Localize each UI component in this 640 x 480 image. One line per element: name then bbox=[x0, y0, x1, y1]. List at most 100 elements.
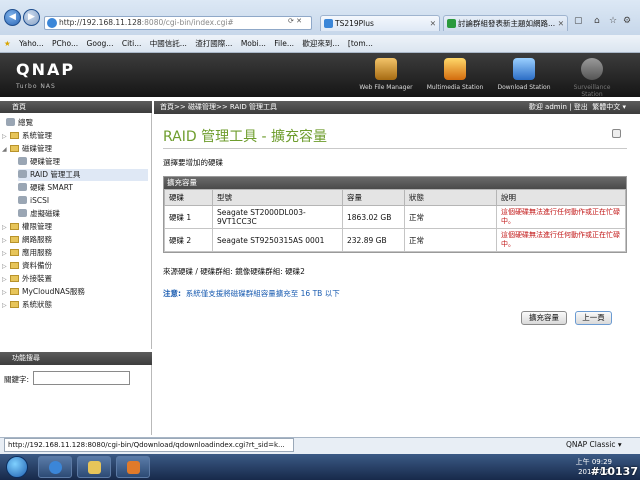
expand-icon[interactable]: ▷ bbox=[2, 274, 8, 286]
file-manager-icon bbox=[375, 58, 397, 80]
nav-item-applications[interactable]: ▷ 應用服務 bbox=[2, 247, 52, 259]
note-body: 系統僅支援將磁碟群組容量擴充至 16 TB 以下 bbox=[185, 289, 340, 298]
column-header: 型號 bbox=[212, 189, 343, 206]
expand-icon[interactable]: ▷ bbox=[2, 222, 8, 234]
qnap-logo: QNAP bbox=[16, 60, 76, 79]
status-cell: 正常 bbox=[404, 205, 497, 229]
keyword-label: 關鍵字: bbox=[4, 375, 30, 384]
favorite-link[interactable]: [tom... bbox=[348, 35, 373, 53]
folder-icon bbox=[10, 275, 19, 282]
capacity-cell: 1863.02 GB bbox=[342, 205, 405, 229]
divider bbox=[163, 148, 627, 149]
folder-icon bbox=[10, 132, 19, 139]
table-row[interactable]: 硬碟 2 Seagate ST9250315AS 0001 232.89 GB … bbox=[164, 228, 626, 252]
expand-icon[interactable]: ▷ bbox=[2, 235, 8, 247]
nav-item-virtual-disk[interactable]: 虛擬磁碟 bbox=[18, 208, 60, 220]
capacity-cell: 232.89 GB bbox=[342, 228, 405, 252]
smart-icon bbox=[18, 183, 27, 191]
favorite-link[interactable]: Goog... bbox=[87, 35, 114, 53]
nav-item-external[interactable]: ▷ 外接裝置 bbox=[2, 273, 52, 285]
favorite-link[interactable]: File... bbox=[274, 35, 294, 53]
nav-item-iscsi[interactable]: iSCSI bbox=[18, 195, 49, 207]
back-button[interactable]: 上一頁 bbox=[575, 311, 612, 325]
taskbar-media-player[interactable] bbox=[116, 456, 150, 478]
favorites-bar: ★ Yaho... PCho... Goog... Citi... 中國信託..… bbox=[0, 35, 640, 53]
nav-item-overview[interactable]: 總覽 bbox=[6, 117, 33, 129]
source-disk-text: 來源硬碟 / 硬碟群組: 鏡像硬碟群組: 硬碟2 bbox=[163, 267, 305, 276]
nav-item-backup[interactable]: ▷ 資料備份 bbox=[2, 260, 52, 272]
expand-icon[interactable]: ▷ bbox=[2, 287, 8, 299]
chevron-down-icon[interactable]: ▾ bbox=[618, 440, 622, 449]
page-title: RAID 管理工具 - 擴充容量 bbox=[163, 129, 328, 145]
nav-item-hdd[interactable]: 硬碟管理 bbox=[18, 156, 60, 168]
left-navigation: 總覽 ▷ 系統管理 ◢ 磁碟管理 硬碟管理 RAID 管理工具 硬碟 SMART i… bbox=[0, 113, 152, 349]
favorite-link[interactable]: 中國信託... bbox=[150, 35, 187, 53]
nav-item-disk[interactable]: ◢ 磁碟管理 bbox=[2, 143, 52, 155]
help-icon[interactable] bbox=[612, 129, 621, 138]
address-bar[interactable]: http://192.168.11.128:8080/cgi-bin/index… bbox=[44, 16, 312, 30]
favorites-star-icon[interactable]: ☆ bbox=[609, 16, 617, 26]
hdd-icon bbox=[18, 157, 27, 165]
favorites-star-icon[interactable]: ★ bbox=[4, 35, 11, 53]
column-header: 容量 bbox=[342, 189, 405, 206]
nav-item-permissions[interactable]: ▷ 權限管理 bbox=[2, 221, 52, 233]
virtual-disk-icon bbox=[18, 209, 27, 217]
camera-icon bbox=[581, 58, 603, 80]
tab-forum[interactable]: 討論群組發表新主題如網路... ✕ bbox=[443, 15, 568, 31]
refresh-icon[interactable]: ⟳ ✕ bbox=[288, 17, 302, 25]
qnap-tab-icon bbox=[324, 19, 333, 28]
collapse-icon[interactable]: ◢ bbox=[2, 144, 8, 156]
taskbar-explorer[interactable] bbox=[77, 456, 111, 478]
column-header: 說明 bbox=[496, 189, 626, 206]
favorite-link[interactable]: 渣打國際... bbox=[195, 35, 232, 53]
chevron-down-icon[interactable]: ▾ bbox=[622, 103, 626, 111]
theme-select[interactable]: QNAP Classic ▾ bbox=[566, 440, 622, 449]
tab-ts219plus[interactable]: TS219Plus ✕ bbox=[320, 15, 440, 31]
overview-icon bbox=[6, 118, 15, 126]
welcome-logout-link[interactable]: 歡迎 admin | 登出 bbox=[529, 103, 588, 111]
forward-icon[interactable]: ▶ bbox=[23, 9, 40, 26]
watermark-number: #10137 bbox=[590, 465, 639, 478]
expand-icon[interactable]: ▷ bbox=[2, 300, 8, 312]
favorite-link[interactable]: 歡迎來到... bbox=[302, 35, 339, 53]
disk-cell: 硬碟 1 bbox=[164, 205, 213, 229]
nav-header: 首頁 bbox=[0, 101, 152, 113]
favorite-link[interactable]: Mobi... bbox=[241, 35, 266, 53]
table-row[interactable]: 硬碟 1 Seagate ST2000DL003-9VT1CC3C 1863.0… bbox=[164, 205, 626, 229]
nav-item-system[interactable]: ▷ 系統管理 bbox=[2, 130, 52, 142]
back-icon[interactable]: ◀ bbox=[4, 9, 21, 26]
language-select[interactable]: 繁體中文 bbox=[592, 103, 620, 111]
expand-icon[interactable]: ▷ bbox=[2, 261, 8, 273]
settings-gear-icon[interactable]: ⚙ bbox=[623, 16, 631, 26]
nav-item-mycloudnas[interactable]: ▷ MyCloudNAS服務 bbox=[2, 286, 85, 298]
nav-item-smart[interactable]: 硬碟 SMART bbox=[18, 182, 73, 194]
expand-icon[interactable]: ▷ bbox=[2, 131, 8, 143]
favorite-link[interactable]: PCho... bbox=[52, 35, 78, 53]
nav-item-network[interactable]: ▷ 網路服務 bbox=[2, 234, 52, 246]
expand-icon[interactable]: ▷ bbox=[2, 248, 8, 260]
home-icon[interactable]: ⌂ bbox=[594, 16, 600, 26]
note-label: 注意: bbox=[163, 289, 181, 298]
ie-icon bbox=[49, 461, 62, 474]
keyword-input[interactable] bbox=[33, 371, 130, 385]
web-file-manager-button[interactable]: Web File Manager bbox=[356, 56, 416, 96]
taskbar-ie[interactable] bbox=[38, 456, 72, 478]
surveillance-station-button[interactable]: Surveillance Station bbox=[562, 56, 622, 98]
windows-start-icon[interactable] bbox=[6, 456, 28, 478]
favorite-link[interactable]: Yaho... bbox=[19, 35, 44, 53]
table-title: 擴充容量 bbox=[164, 177, 626, 189]
expand-capacity-button[interactable]: 擴充容量 bbox=[521, 311, 567, 325]
favorite-link[interactable]: Citi... bbox=[122, 35, 142, 53]
download-station-button[interactable]: Download Station bbox=[494, 56, 554, 96]
expand-capacity-table: 擴充容量 硬碟 型號 容量 狀態 說明 硬碟 1 Seagate ST2000D… bbox=[163, 176, 627, 253]
multimedia-station-button[interactable]: Multimedia Station bbox=[425, 56, 485, 96]
note-cell: 這個硬碟無法進行任何動作或正在忙碌中。 bbox=[496, 205, 626, 229]
nav-item-raid[interactable]: RAID 管理工具 bbox=[18, 169, 148, 181]
new-tab-icon[interactable]: ▢ bbox=[574, 16, 583, 26]
multimedia-icon bbox=[444, 58, 466, 80]
close-tab-icon[interactable]: ✕ bbox=[430, 16, 436, 31]
status-url: http://192.168.11.128:8080/cgi-bin/Qdown… bbox=[4, 438, 294, 452]
folder-open-icon bbox=[10, 145, 19, 152]
close-tab-icon[interactable]: ✕ bbox=[558, 16, 564, 31]
nav-item-status[interactable]: ▷ 系統狀態 bbox=[2, 299, 52, 311]
